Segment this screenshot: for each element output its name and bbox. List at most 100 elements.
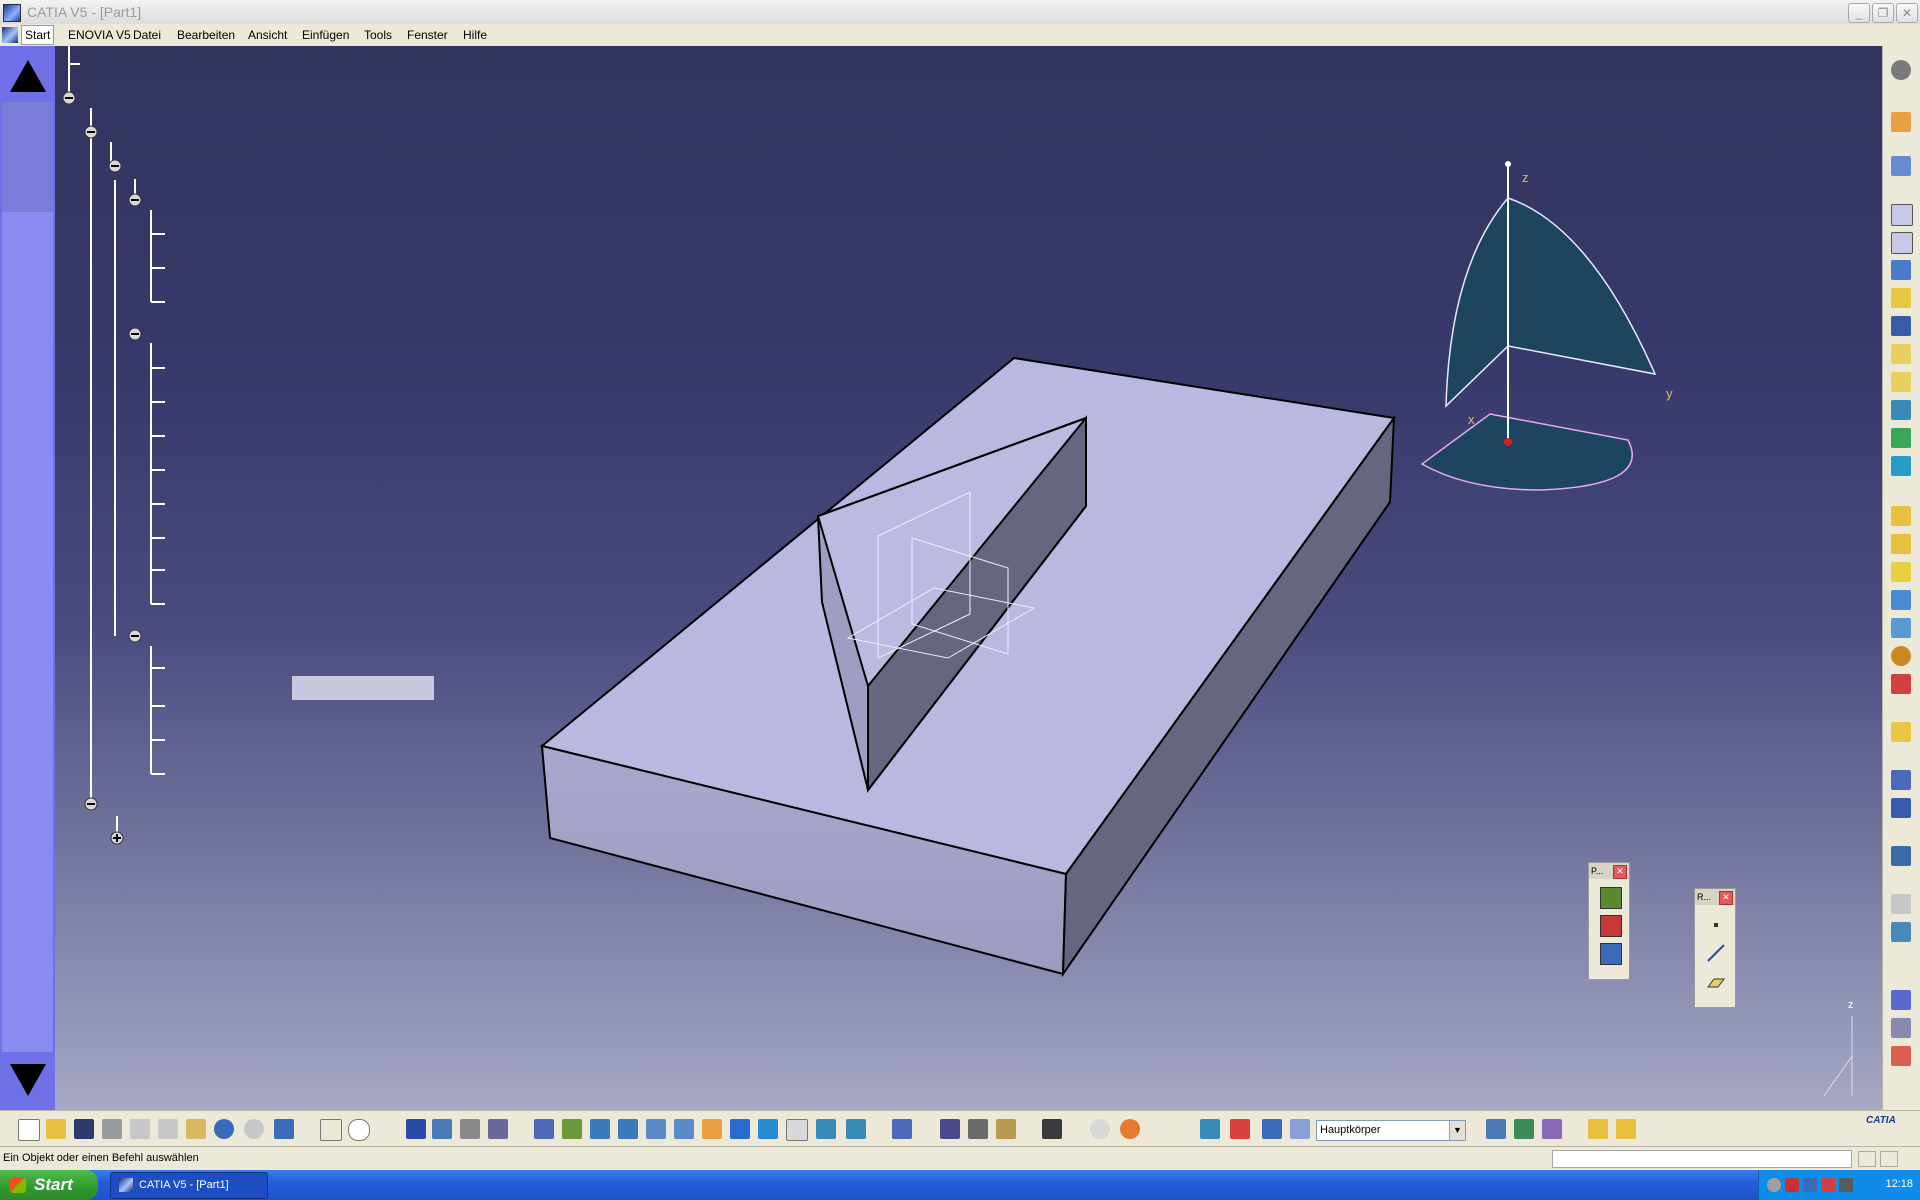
menu-fenster[interactable]: Fenster <box>407 28 448 42</box>
status-button-2[interactable] <box>1880 1151 1898 1167</box>
stiffener-icon[interactable] <box>1891 400 1911 420</box>
security-shield-icon[interactable] <box>1785 1178 1799 1192</box>
slot-icon[interactable] <box>1891 372 1911 392</box>
flag-note-icon[interactable] <box>1891 1018 1911 1038</box>
thickness-icon[interactable] <box>1891 618 1911 638</box>
menu-enovia[interactable]: ENOVIA V5 <box>68 28 131 42</box>
workbench-icon[interactable] <box>1588 1119 1608 1139</box>
copy-icon[interactable] <box>158 1119 178 1139</box>
sketcher-icon[interactable] <box>1891 156 1911 176</box>
hole-icon[interactable] <box>1891 316 1911 336</box>
normal-view-icon[interactable] <box>702 1119 722 1139</box>
minimize-button[interactable]: _ <box>1848 3 1870 23</box>
menu-bearbeiten[interactable]: Bearbeiten <box>177 28 235 42</box>
menu-tools[interactable]: Tools <box>364 28 392 42</box>
command-input[interactable] <box>1552 1150 1852 1168</box>
formula-icon[interactable] <box>320 1119 342 1141</box>
hide-show-icon[interactable] <box>816 1119 836 1139</box>
floating-toolbar-reference[interactable]: R... ✕ <box>1694 888 1736 1008</box>
annotation-text-icon[interactable] <box>1891 990 1911 1010</box>
fly-mode-icon[interactable] <box>534 1119 554 1139</box>
pocket-icon[interactable] <box>1891 232 1913 254</box>
3d-viewport[interactable]: z y x z P... ✕ R... ✕ <box>0 46 1882 1110</box>
analysis-icon[interactable] <box>460 1119 480 1139</box>
close-icon-2[interactable]: ✕ <box>1719 891 1733 905</box>
start-button[interactable]: Start <box>0 1170 98 1200</box>
new-document-icon[interactable] <box>18 1119 40 1141</box>
chevron-down-icon[interactable]: ▼ <box>1449 1121 1465 1140</box>
network-icon[interactable] <box>1803 1178 1817 1192</box>
anchor-icon[interactable] <box>996 1119 1016 1139</box>
color-icon[interactable] <box>1486 1119 1506 1139</box>
status-button-1[interactable] <box>1858 1151 1876 1167</box>
whats-this-icon[interactable] <box>274 1119 294 1139</box>
menu-start[interactable]: Start <box>20 25 55 45</box>
groove-icon[interactable] <box>1891 288 1911 308</box>
zoom-out-icon[interactable] <box>674 1119 694 1139</box>
redo-icon[interactable] <box>244 1119 264 1139</box>
body-select-combo[interactable]: Hauptkörper ▼ <box>1316 1120 1466 1141</box>
settings-gear-icon[interactable] <box>1891 60 1911 80</box>
task-button-catia[interactable]: CATIA V5 - [Part1] <box>110 1172 268 1199</box>
hand-icon[interactable] <box>1120 1119 1140 1139</box>
pad-icon[interactable] <box>1891 204 1913 226</box>
fit-all-icon[interactable] <box>562 1119 582 1139</box>
remove-face-icon[interactable] <box>1891 674 1911 694</box>
menu-ansicht[interactable]: Ansicht <box>248 28 287 42</box>
remove-loft-icon[interactable] <box>1891 456 1911 476</box>
print-icon[interactable] <box>102 1119 122 1139</box>
loft-icon[interactable] <box>1891 428 1911 448</box>
close-button[interactable]: ✕ <box>1896 3 1918 23</box>
work-on-support-icon[interactable] <box>1200 1119 1220 1139</box>
plane-icon[interactable] <box>1706 971 1726 991</box>
scale-icon[interactable] <box>1891 846 1911 866</box>
cut-icon[interactable] <box>130 1119 150 1139</box>
draft-icon[interactable] <box>1891 562 1911 582</box>
iso-view-icon[interactable] <box>758 1119 778 1139</box>
measure-icon[interactable] <box>1891 922 1911 942</box>
volume-icon[interactable] <box>1839 1178 1853 1192</box>
layer-icon[interactable] <box>1262 1119 1282 1139</box>
fillet-icon[interactable] <box>1891 506 1911 526</box>
compass-widget[interactable]: z y x <box>1390 106 1690 526</box>
snap-grid-icon[interactable] <box>1172 1119 1192 1139</box>
open-folder-icon[interactable] <box>46 1119 66 1139</box>
antivirus-icon[interactable] <box>1821 1178 1835 1192</box>
point-icon[interactable] <box>1706 915 1726 935</box>
no-3d-background-icon[interactable] <box>1090 1119 1110 1139</box>
parameters-icon[interactable] <box>488 1119 508 1139</box>
rib-icon[interactable] <box>1891 344 1911 364</box>
apply-material-icon[interactable] <box>1891 1046 1911 1066</box>
boolean-icon[interactable] <box>1600 915 1622 937</box>
close-icon[interactable]: ✕ <box>1613 865 1627 879</box>
insert-body-icon[interactable] <box>1600 887 1622 909</box>
menu-einfuegen[interactable]: Einfügen <box>302 28 349 42</box>
menu-datei[interactable]: Datei <box>133 28 161 42</box>
undo-icon[interactable] <box>214 1119 234 1139</box>
pan-icon[interactable] <box>590 1119 610 1139</box>
capture-camera-icon[interactable] <box>1042 1119 1062 1139</box>
comment-icon[interactable] <box>348 1119 370 1141</box>
line-icon[interactable] <box>1706 943 1726 963</box>
pattern-icon[interactable] <box>1891 798 1911 818</box>
clock[interactable]: 12:18 <box>1885 1178 1913 1190</box>
transform-icon[interactable] <box>1891 894 1911 914</box>
assemble-icon[interactable] <box>1600 943 1622 965</box>
chamfer-icon[interactable] <box>1891 534 1911 554</box>
document-icon[interactable] <box>2 27 18 43</box>
restore-button[interactable]: ❐ <box>1872 3 1894 23</box>
body-icon[interactable] <box>1290 1119 1310 1139</box>
menu-hilfe[interactable]: Hilfe <box>463 28 487 42</box>
cut-part-icon[interactable] <box>1230 1119 1250 1139</box>
constraint-dialog-icon[interactable] <box>968 1119 988 1139</box>
multi-view-icon[interactable] <box>730 1119 750 1139</box>
swap-space-icon[interactable] <box>846 1119 866 1139</box>
select-arrow-icon[interactable] <box>1891 112 1911 132</box>
workbench-switch-icon[interactable] <box>1616 1119 1636 1139</box>
design-table-icon[interactable] <box>406 1119 426 1139</box>
shell-icon[interactable] <box>1891 590 1911 610</box>
thread-icon[interactable] <box>1891 646 1911 666</box>
split-icon[interactable] <box>1891 722 1911 742</box>
constraint-icon[interactable] <box>940 1119 960 1139</box>
update-icon[interactable] <box>892 1119 912 1139</box>
